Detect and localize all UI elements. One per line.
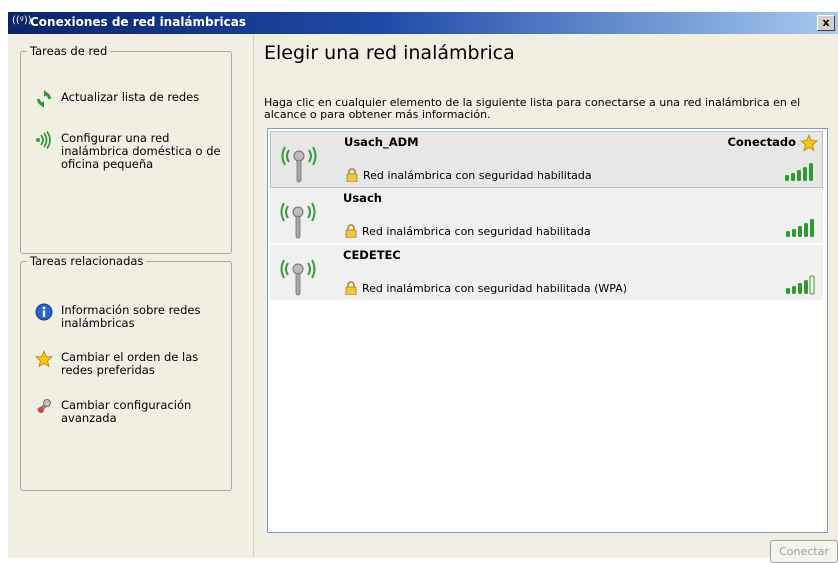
- network-tasks-legend: Tareas de red: [27, 44, 111, 58]
- wireless-antenna-icon: [280, 196, 316, 240]
- network-ssid: Usach: [343, 191, 382, 205]
- wireless-network-icon: ((ᵍ)): [12, 15, 32, 26]
- info-icon: [35, 303, 53, 321]
- refresh-networks-label: Actualizar lista de redes: [61, 90, 200, 104]
- signal-strength-icon: [785, 275, 819, 295]
- page-title: Elegir una red inalámbrica: [264, 42, 515, 64]
- refresh-networks-link[interactable]: Actualizar lista de redes: [35, 90, 225, 110]
- connection-status: Conectado: [727, 135, 796, 149]
- network-tasks-group: Tareas de red Actualizar lista de redes: [20, 44, 232, 254]
- related-tasks-legend: Tareas relacionadas: [27, 254, 147, 268]
- network-ssid: CEDETEC: [343, 248, 401, 262]
- security-label: Red inalámbrica con seguridad habilitada: [363, 169, 592, 182]
- advanced-settings-label: Cambiar configuración avanzada: [61, 398, 192, 425]
- network-ssid: Usach_ADM: [344, 135, 419, 149]
- network-item-usach-adm[interactable]: Usach_ADM Conectado Red inalámbrica con …: [270, 131, 823, 188]
- related-tasks-group: Tareas relacionadas Información sobre re…: [20, 254, 232, 491]
- wireless-setup-icon: [35, 130, 53, 150]
- lock-icon: [346, 168, 358, 183]
- connect-button[interactable]: Conectar: [770, 540, 838, 563]
- preferred-order-label: Cambiar el orden de las redes preferidas: [61, 350, 199, 377]
- advanced-settings-link[interactable]: Cambiar configuración avanzada: [35, 398, 225, 428]
- signal-strength-icon: [784, 162, 818, 182]
- lock-icon: [345, 224, 357, 239]
- network-item-cedetec[interactable]: CEDETEC Red inalámbrica con seguridad ha…: [270, 245, 823, 300]
- title-bar[interactable]: ((ᵍ)) Conexiones de red inalámbricas x: [8, 12, 838, 34]
- wireless-info-label: Información sobre redes inalámbricas: [61, 303, 201, 330]
- star-icon: [800, 133, 818, 152]
- preferred-order-link[interactable]: Cambiar el orden de las redes preferidas: [35, 349, 225, 380]
- security-label: Red inalámbrica con seguridad habilitada…: [362, 282, 628, 295]
- lock-icon: [345, 281, 357, 296]
- task-pane: Tareas de red Actualizar lista de redes: [8, 34, 254, 558]
- settings-wrench-icon: [35, 398, 53, 416]
- security-label: Red inalámbrica con seguridad habilitada: [362, 225, 591, 238]
- wireless-antenna-icon: [280, 253, 316, 297]
- refresh-icon: [35, 90, 53, 108]
- instructions-text: Haga clic en cualquier elemento de la si…: [264, 96, 801, 121]
- setup-home-network-link[interactable]: Configurar una red inalámbrica doméstica…: [35, 130, 225, 176]
- setup-home-network-label: Configurar una red inalámbrica doméstica…: [61, 131, 221, 171]
- wireless-info-link[interactable]: Información sobre redes inalámbricas: [35, 303, 225, 333]
- network-item-usach[interactable]: Usach Red inalámbrica con seguridad habi…: [270, 188, 823, 243]
- close-button[interactable]: x: [817, 15, 835, 31]
- window-title: Conexiones de red inalámbricas: [30, 15, 247, 29]
- signal-strength-icon: [785, 218, 819, 238]
- wireless-antenna-icon: [281, 140, 317, 184]
- star-icon: [35, 349, 53, 368]
- network-list[interactable]: Usach_ADM Conectado Red inalámbrica con …: [267, 128, 828, 533]
- main-pane: Elegir una red inalámbrica Haga clic en …: [254, 34, 838, 563]
- wireless-connections-window: ((ᵍ)) Conexiones de red inalámbricas x T…: [8, 12, 838, 563]
